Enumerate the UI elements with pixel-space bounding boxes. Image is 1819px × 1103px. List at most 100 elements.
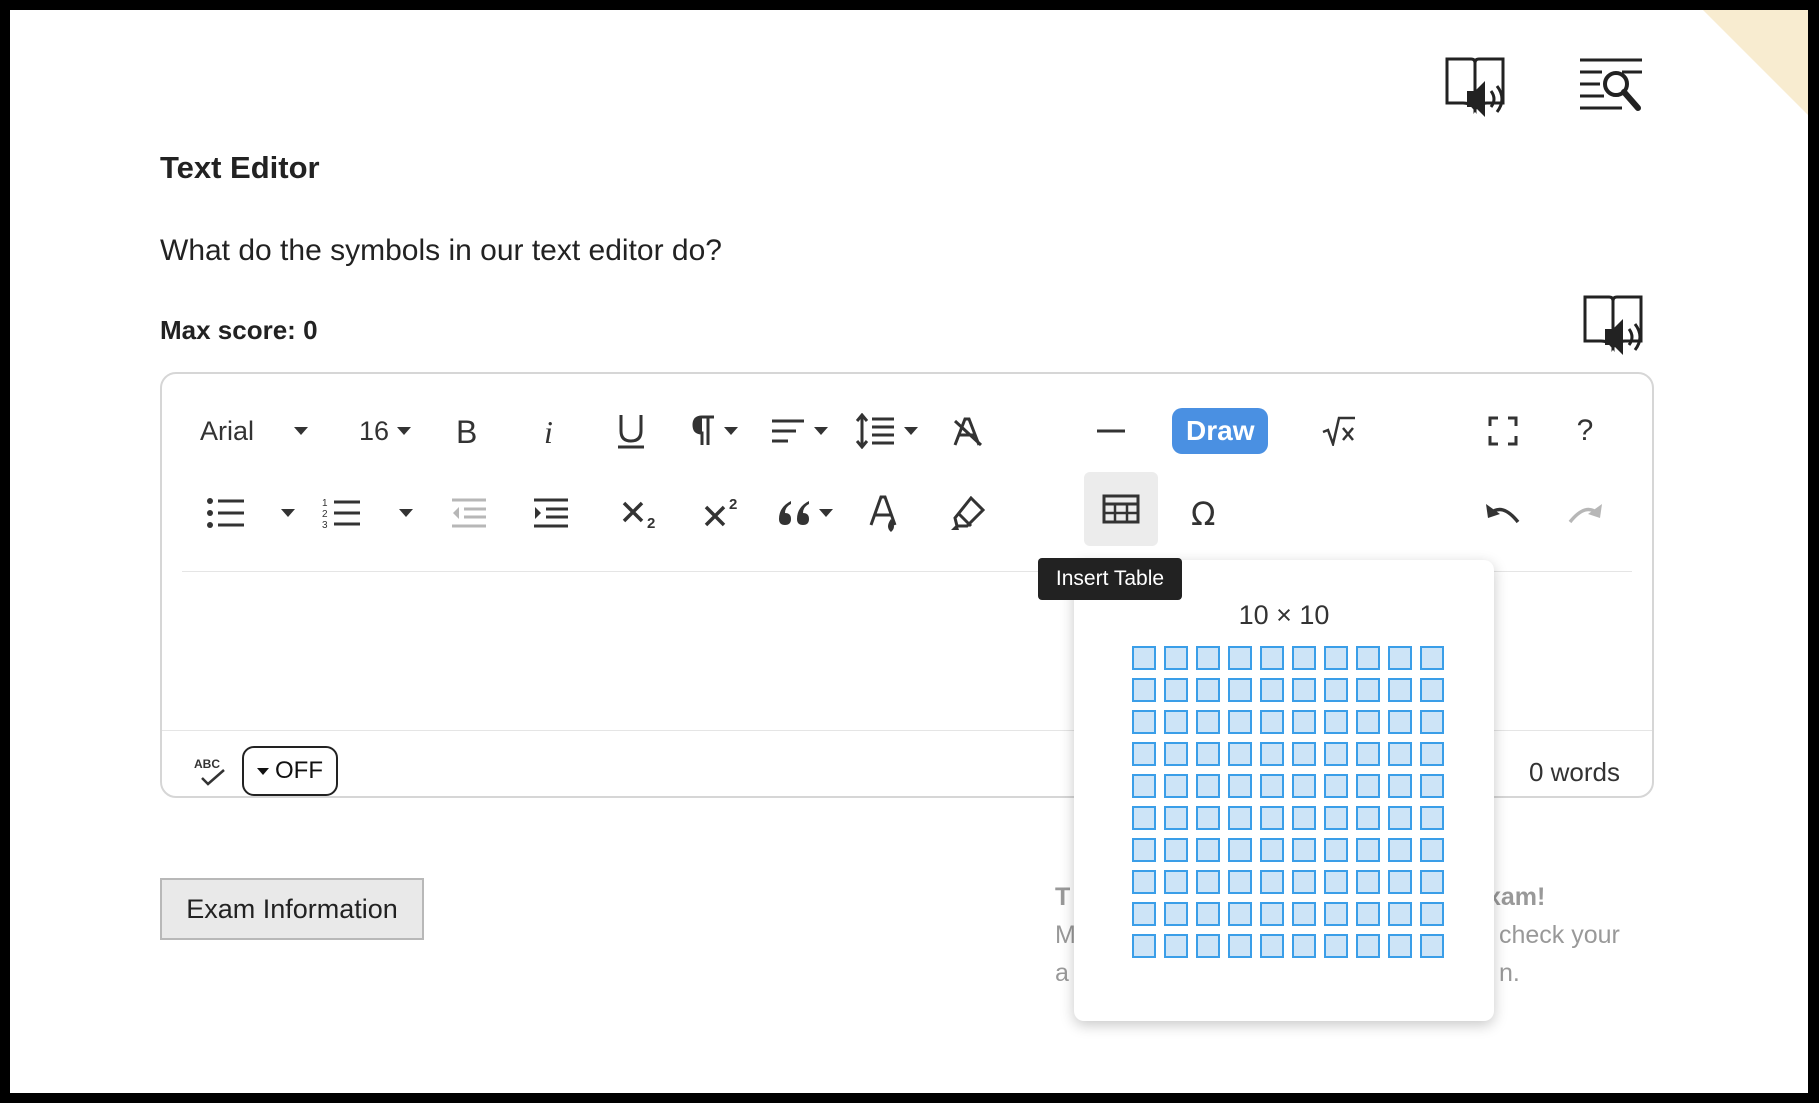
underline-button[interactable] (606, 394, 656, 468)
paragraph-format-button[interactable] (682, 394, 748, 468)
table-size-cell[interactable] (1388, 678, 1412, 702)
table-size-cell[interactable] (1132, 838, 1156, 862)
table-size-cell[interactable] (1164, 710, 1188, 734)
table-size-cell[interactable] (1260, 902, 1284, 926)
table-size-cell[interactable] (1324, 710, 1348, 734)
table-size-cell[interactable] (1388, 902, 1412, 926)
table-size-cell[interactable] (1388, 934, 1412, 958)
table-size-cell[interactable] (1356, 934, 1380, 958)
table-size-cell[interactable] (1196, 934, 1220, 958)
table-size-cell[interactable] (1324, 934, 1348, 958)
table-size-cell[interactable] (1260, 742, 1284, 766)
table-size-cell[interactable] (1420, 646, 1444, 670)
table-size-cell[interactable] (1356, 710, 1380, 734)
table-size-cell[interactable] (1324, 774, 1348, 798)
table-size-cell[interactable] (1228, 806, 1252, 830)
table-size-cell[interactable] (1356, 646, 1380, 670)
table-size-cell[interactable] (1164, 902, 1188, 926)
table-size-cell[interactable] (1260, 870, 1284, 894)
table-size-cell[interactable] (1292, 934, 1316, 958)
bullet-list-options[interactable] (274, 476, 302, 550)
text-search-icon[interactable] (1576, 50, 1646, 122)
table-size-cell[interactable] (1420, 742, 1444, 766)
font-family-select[interactable]: Arial (200, 394, 340, 468)
book-speaker-icon[interactable] (1440, 48, 1510, 124)
table-size-cell[interactable] (1132, 806, 1156, 830)
table-size-cell[interactable] (1420, 838, 1444, 862)
math-equation-button[interactable] (1314, 394, 1364, 468)
table-size-cell[interactable] (1356, 870, 1380, 894)
table-size-cell[interactable] (1164, 934, 1188, 958)
quote-button[interactable] (772, 476, 838, 550)
table-size-cell[interactable] (1132, 774, 1156, 798)
table-size-cell[interactable] (1292, 838, 1316, 862)
table-size-cell[interactable] (1260, 710, 1284, 734)
table-size-cell[interactable] (1292, 742, 1316, 766)
table-size-cell[interactable] (1132, 646, 1156, 670)
help-button[interactable]: ? (1560, 394, 1610, 468)
align-button[interactable] (766, 394, 832, 468)
table-size-cell[interactable] (1420, 934, 1444, 958)
table-size-cell[interactable] (1164, 742, 1188, 766)
table-size-cell[interactable] (1420, 678, 1444, 702)
table-size-cell[interactable] (1228, 934, 1252, 958)
table-size-cell[interactable] (1196, 646, 1220, 670)
table-size-cell[interactable] (1196, 742, 1220, 766)
table-size-cell[interactable] (1420, 710, 1444, 734)
table-size-cell[interactable] (1228, 742, 1252, 766)
outdent-button[interactable] (444, 476, 494, 550)
table-size-cell[interactable] (1292, 806, 1316, 830)
table-size-cell[interactable] (1196, 806, 1220, 830)
table-size-cell[interactable] (1164, 870, 1188, 894)
table-size-cell[interactable] (1356, 902, 1380, 926)
table-size-cell[interactable] (1260, 934, 1284, 958)
table-size-cell[interactable] (1292, 870, 1316, 894)
table-size-cell[interactable] (1324, 742, 1348, 766)
table-size-cell[interactable] (1260, 678, 1284, 702)
table-size-cell[interactable] (1164, 678, 1188, 702)
table-size-cell[interactable] (1356, 742, 1380, 766)
highlight-button[interactable] (942, 476, 992, 550)
indent-button[interactable] (526, 476, 576, 550)
table-size-cell[interactable] (1132, 710, 1156, 734)
table-size-cell[interactable] (1228, 678, 1252, 702)
table-size-cell[interactable] (1356, 806, 1380, 830)
numbered-list-options[interactable] (392, 476, 420, 550)
table-size-cell[interactable] (1164, 646, 1188, 670)
text-color-button[interactable] (860, 476, 910, 550)
table-size-cell[interactable] (1196, 774, 1220, 798)
subscript-button[interactable]: 2 (614, 476, 670, 550)
table-size-cell[interactable] (1356, 838, 1380, 862)
special-characters-button[interactable]: Ω (1180, 476, 1230, 550)
table-size-cell[interactable] (1292, 678, 1316, 702)
table-size-cell[interactable] (1132, 902, 1156, 926)
table-size-cell[interactable] (1324, 838, 1348, 862)
table-size-cell[interactable] (1164, 774, 1188, 798)
table-size-cell[interactable] (1196, 838, 1220, 862)
table-size-cell[interactable] (1324, 870, 1348, 894)
table-size-cell[interactable] (1356, 678, 1380, 702)
table-size-cell[interactable] (1196, 710, 1220, 734)
table-size-cell[interactable] (1356, 774, 1380, 798)
table-size-cell[interactable] (1228, 902, 1252, 926)
table-size-cell[interactable] (1228, 870, 1252, 894)
table-size-cell[interactable] (1260, 646, 1284, 670)
table-size-cell[interactable] (1388, 742, 1412, 766)
fullscreen-button[interactable] (1478, 394, 1528, 468)
table-size-cell[interactable] (1388, 870, 1412, 894)
table-size-cell[interactable] (1260, 838, 1284, 862)
table-size-cell[interactable] (1324, 646, 1348, 670)
bold-button[interactable]: B (442, 394, 492, 468)
undo-button[interactable] (1478, 476, 1528, 550)
table-size-cell[interactable] (1324, 806, 1348, 830)
table-size-cell[interactable] (1388, 774, 1412, 798)
table-size-cell[interactable] (1420, 902, 1444, 926)
table-size-cell[interactable] (1196, 870, 1220, 894)
table-size-cell[interactable] (1196, 678, 1220, 702)
table-size-cell[interactable] (1420, 870, 1444, 894)
horizontal-line-button[interactable] (1086, 394, 1136, 468)
table-size-cell[interactable] (1228, 838, 1252, 862)
table-size-cell[interactable] (1324, 678, 1348, 702)
italic-button[interactable]: i (524, 394, 574, 468)
insert-table-button[interactable] (1084, 472, 1158, 546)
